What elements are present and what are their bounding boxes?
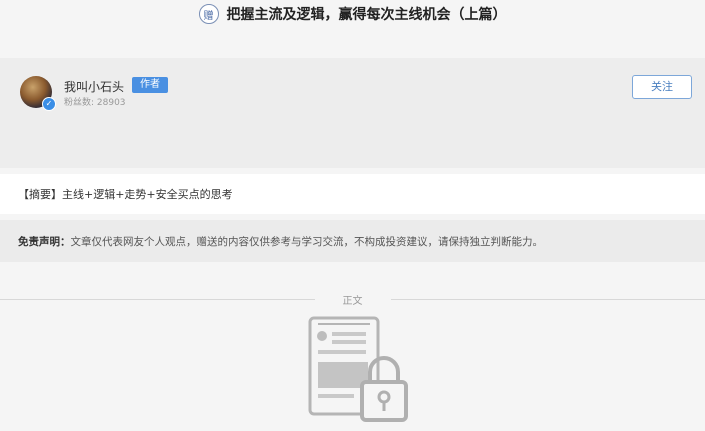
disclaimer-text: 文章仅代表网友个人观点，赠送的内容仅供参考与学习交流，不构成投资建议，请保持独立…	[71, 234, 544, 249]
summary-text: 【摘要】主线+逻辑+走势+安全买点的思考	[18, 186, 233, 202]
gift-icon: 赠	[199, 4, 219, 24]
disclaimer-label: 免责声明：	[18, 234, 71, 249]
article-title: 把握主流及逻辑，赢得每次主线机会（上篇）	[227, 4, 507, 24]
author-panel: ✓ 我叫小石头 作者 粉丝数: 28903 关注	[0, 58, 705, 168]
divider-line-left	[0, 299, 315, 300]
follow-button[interactable]: 关注	[632, 75, 692, 99]
avatar[interactable]: ✓	[20, 76, 52, 108]
fans-count: 粉丝数: 28903	[64, 95, 126, 108]
article-summary: 【摘要】主线+逻辑+走势+安全买点的思考	[0, 174, 705, 214]
divider-line-right	[391, 299, 705, 300]
body-divider: 正文	[0, 290, 705, 308]
divider-label: 正文	[343, 292, 363, 307]
author-name[interactable]: 我叫小石头	[64, 78, 124, 95]
disclaimer: 免责声明： 文章仅代表网友个人观点，赠送的内容仅供参考与学习交流，不构成投资建议…	[0, 220, 705, 262]
author-badge: 作者	[132, 77, 168, 93]
page-title: 赠 把握主流及逻辑，赢得每次主线机会（上篇）	[0, 0, 705, 28]
locked-document-icon	[304, 312, 409, 427]
verified-check-icon: ✓	[42, 97, 56, 111]
